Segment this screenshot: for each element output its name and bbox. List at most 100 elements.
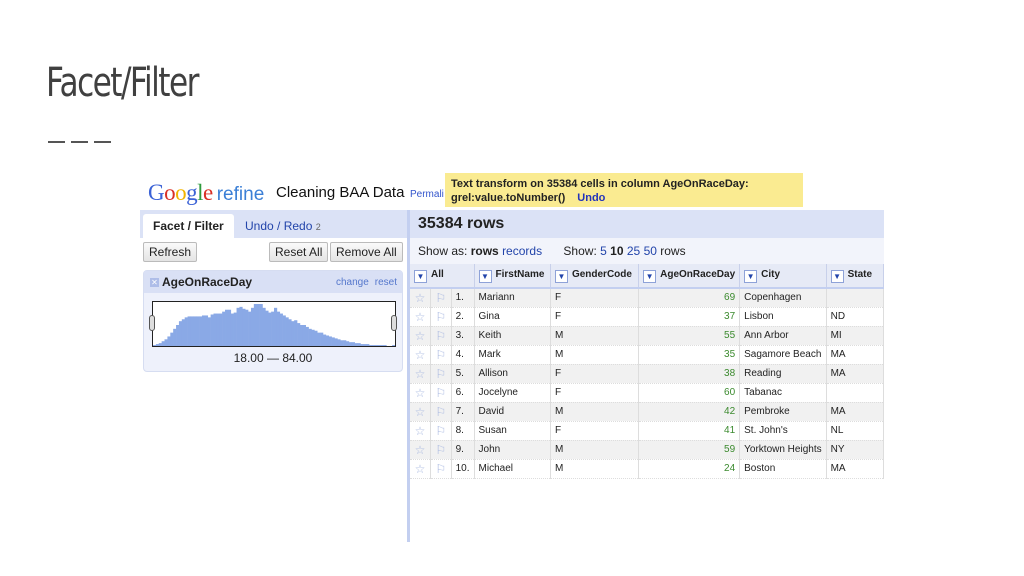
star-icon[interactable]: ☆ — [410, 383, 431, 403]
cell-state[interactable]: MA — [826, 459, 884, 479]
flag-icon[interactable]: ⚐ — [430, 459, 452, 479]
column-menu-icon[interactable]: ▼ — [554, 269, 568, 283]
cell-gendercode[interactable]: F — [550, 364, 640, 384]
page-size-10[interactable]: 10 — [610, 244, 623, 258]
notice-undo-link[interactable]: Undo — [577, 192, 605, 204]
cell-state[interactable]: MA — [826, 402, 884, 422]
star-icon[interactable]: ☆ — [410, 402, 431, 422]
cell-ageonraceday[interactable]: 35 — [638, 345, 741, 365]
cell-ageonraceday[interactable]: 60 — [638, 383, 741, 403]
permalink-link[interactable]: Permali — [410, 189, 444, 200]
cell-state[interactable]: MA — [826, 345, 884, 365]
tab-facet-filter[interactable]: Facet / Filter — [143, 214, 234, 238]
flag-icon[interactable]: ⚐ — [430, 307, 452, 327]
star-icon[interactable]: ☆ — [410, 364, 431, 384]
flag-icon[interactable]: ⚐ — [430, 326, 452, 346]
reset-all-button[interactable]: Reset All — [269, 242, 329, 262]
cell-gendercode[interactable]: F — [550, 421, 640, 441]
flag-icon[interactable]: ⚐ — [430, 402, 452, 422]
range-handle-left[interactable] — [149, 315, 155, 331]
column-menu-icon[interactable]: ▼ — [830, 269, 844, 283]
cell-firstname[interactable]: Allison — [474, 364, 551, 384]
flag-icon[interactable]: ⚐ — [430, 421, 452, 441]
cell-firstname[interactable]: David — [474, 402, 551, 422]
cell-ageonraceday[interactable]: 59 — [638, 440, 741, 460]
cell-gendercode[interactable]: M — [550, 440, 640, 460]
column-menu-icon[interactable]: ▼ — [643, 269, 657, 283]
column-header-state[interactable]: ▼ State — [826, 264, 884, 289]
cell-gendercode[interactable]: M — [550, 345, 640, 365]
star-icon[interactable]: ☆ — [410, 345, 431, 365]
cell-city[interactable]: Boston — [739, 459, 827, 479]
column-header-all[interactable]: ▼ All — [410, 264, 475, 289]
cell-city[interactable]: Yorktown Heights — [739, 440, 827, 460]
flag-icon[interactable]: ⚐ — [430, 383, 452, 403]
column-menu-icon[interactable]: ▼ — [744, 269, 758, 283]
cell-state[interactable]: NL — [826, 421, 884, 441]
star-icon[interactable]: ☆ — [410, 459, 431, 479]
flag-icon[interactable]: ⚐ — [430, 288, 452, 308]
cell-gendercode[interactable]: F — [550, 307, 640, 327]
cell-firstname[interactable]: Gina — [474, 307, 551, 327]
star-icon[interactable]: ☆ — [410, 440, 431, 460]
star-icon[interactable]: ☆ — [410, 307, 431, 327]
column-menu-icon[interactable]: ▼ — [414, 269, 427, 283]
star-icon[interactable]: ☆ — [410, 288, 431, 308]
column-menu-icon[interactable]: ▼ — [478, 269, 492, 283]
star-icon[interactable]: ☆ — [410, 326, 431, 346]
cell-state[interactable]: NY — [826, 440, 884, 460]
cell-ageonraceday[interactable]: 38 — [638, 364, 741, 384]
refresh-button[interactable]: Refresh — [143, 242, 198, 262]
cell-gendercode[interactable]: M — [550, 402, 640, 422]
facet-reset-link[interactable]: reset — [375, 277, 397, 288]
cell-gendercode[interactable]: F — [550, 383, 640, 403]
cell-ageonraceday[interactable]: 41 — [638, 421, 741, 441]
cell-state[interactable] — [826, 383, 884, 403]
cell-state[interactable]: MA — [826, 364, 884, 384]
cell-state[interactable]: ND — [826, 307, 884, 327]
cell-firstname[interactable]: Mark — [474, 345, 551, 365]
cell-city[interactable]: Ann Arbor — [739, 326, 827, 346]
cell-firstname[interactable]: Keith — [474, 326, 551, 346]
cell-city[interactable]: Copenhagen — [739, 288, 827, 308]
page-size-25[interactable]: 25 — [627, 244, 640, 258]
cell-ageonraceday[interactable]: 42 — [638, 402, 741, 422]
cell-state[interactable] — [826, 288, 884, 308]
page-size-5[interactable]: 5 — [600, 244, 607, 258]
facet-change-link[interactable]: change — [336, 277, 369, 288]
cell-gendercode[interactable]: M — [550, 459, 640, 479]
cell-city[interactable]: Lisbon — [739, 307, 827, 327]
show-as-records[interactable]: records — [502, 244, 542, 258]
cell-city[interactable]: Tabanac — [739, 383, 827, 403]
flag-icon[interactable]: ⚐ — [430, 345, 452, 365]
cell-gendercode[interactable]: M — [550, 326, 640, 346]
cell-firstname[interactable]: John — [474, 440, 551, 460]
flag-icon[interactable]: ⚐ — [430, 440, 452, 460]
star-icon[interactable]: ☆ — [410, 421, 431, 441]
flag-icon[interactable]: ⚐ — [430, 364, 452, 384]
show-as-rows[interactable]: rows — [471, 244, 499, 258]
cell-gendercode[interactable]: F — [550, 288, 640, 308]
cell-city[interactable]: Pembroke — [739, 402, 827, 422]
cell-firstname[interactable]: Michael — [474, 459, 551, 479]
cell-firstname[interactable]: Jocelyne — [474, 383, 551, 403]
cell-city[interactable]: St. John's — [739, 421, 827, 441]
column-header-ageonraceday[interactable]: ▼ AgeOnRaceDay — [638, 264, 741, 289]
cell-firstname[interactable]: Susan — [474, 421, 551, 441]
column-header-firstname[interactable]: ▼ FirstName — [474, 264, 551, 289]
column-header-gendercode[interactable]: ▼ GenderCode — [550, 264, 640, 289]
remove-all-button[interactable]: Remove All — [330, 242, 403, 262]
page-size-50[interactable]: 50 — [644, 244, 657, 258]
cell-ageonraceday[interactable]: 37 — [638, 307, 741, 327]
cell-ageonraceday[interactable]: 55 — [638, 326, 741, 346]
close-facet-icon[interactable]: ✕ — [150, 278, 159, 287]
range-handle-right[interactable] — [391, 315, 397, 331]
cell-city[interactable]: Reading — [739, 364, 827, 384]
google-refine-logo[interactable]: Google refine — [148, 180, 264, 206]
cell-city[interactable]: Sagamore Beach — [739, 345, 827, 365]
project-name[interactable]: Cleaning BAA Data — [276, 184, 404, 201]
cell-ageonraceday[interactable]: 24 — [638, 459, 741, 479]
cell-state[interactable]: MI — [826, 326, 884, 346]
cell-firstname[interactable]: Mariann — [474, 288, 551, 308]
cell-ageonraceday[interactable]: 69 — [638, 288, 741, 308]
